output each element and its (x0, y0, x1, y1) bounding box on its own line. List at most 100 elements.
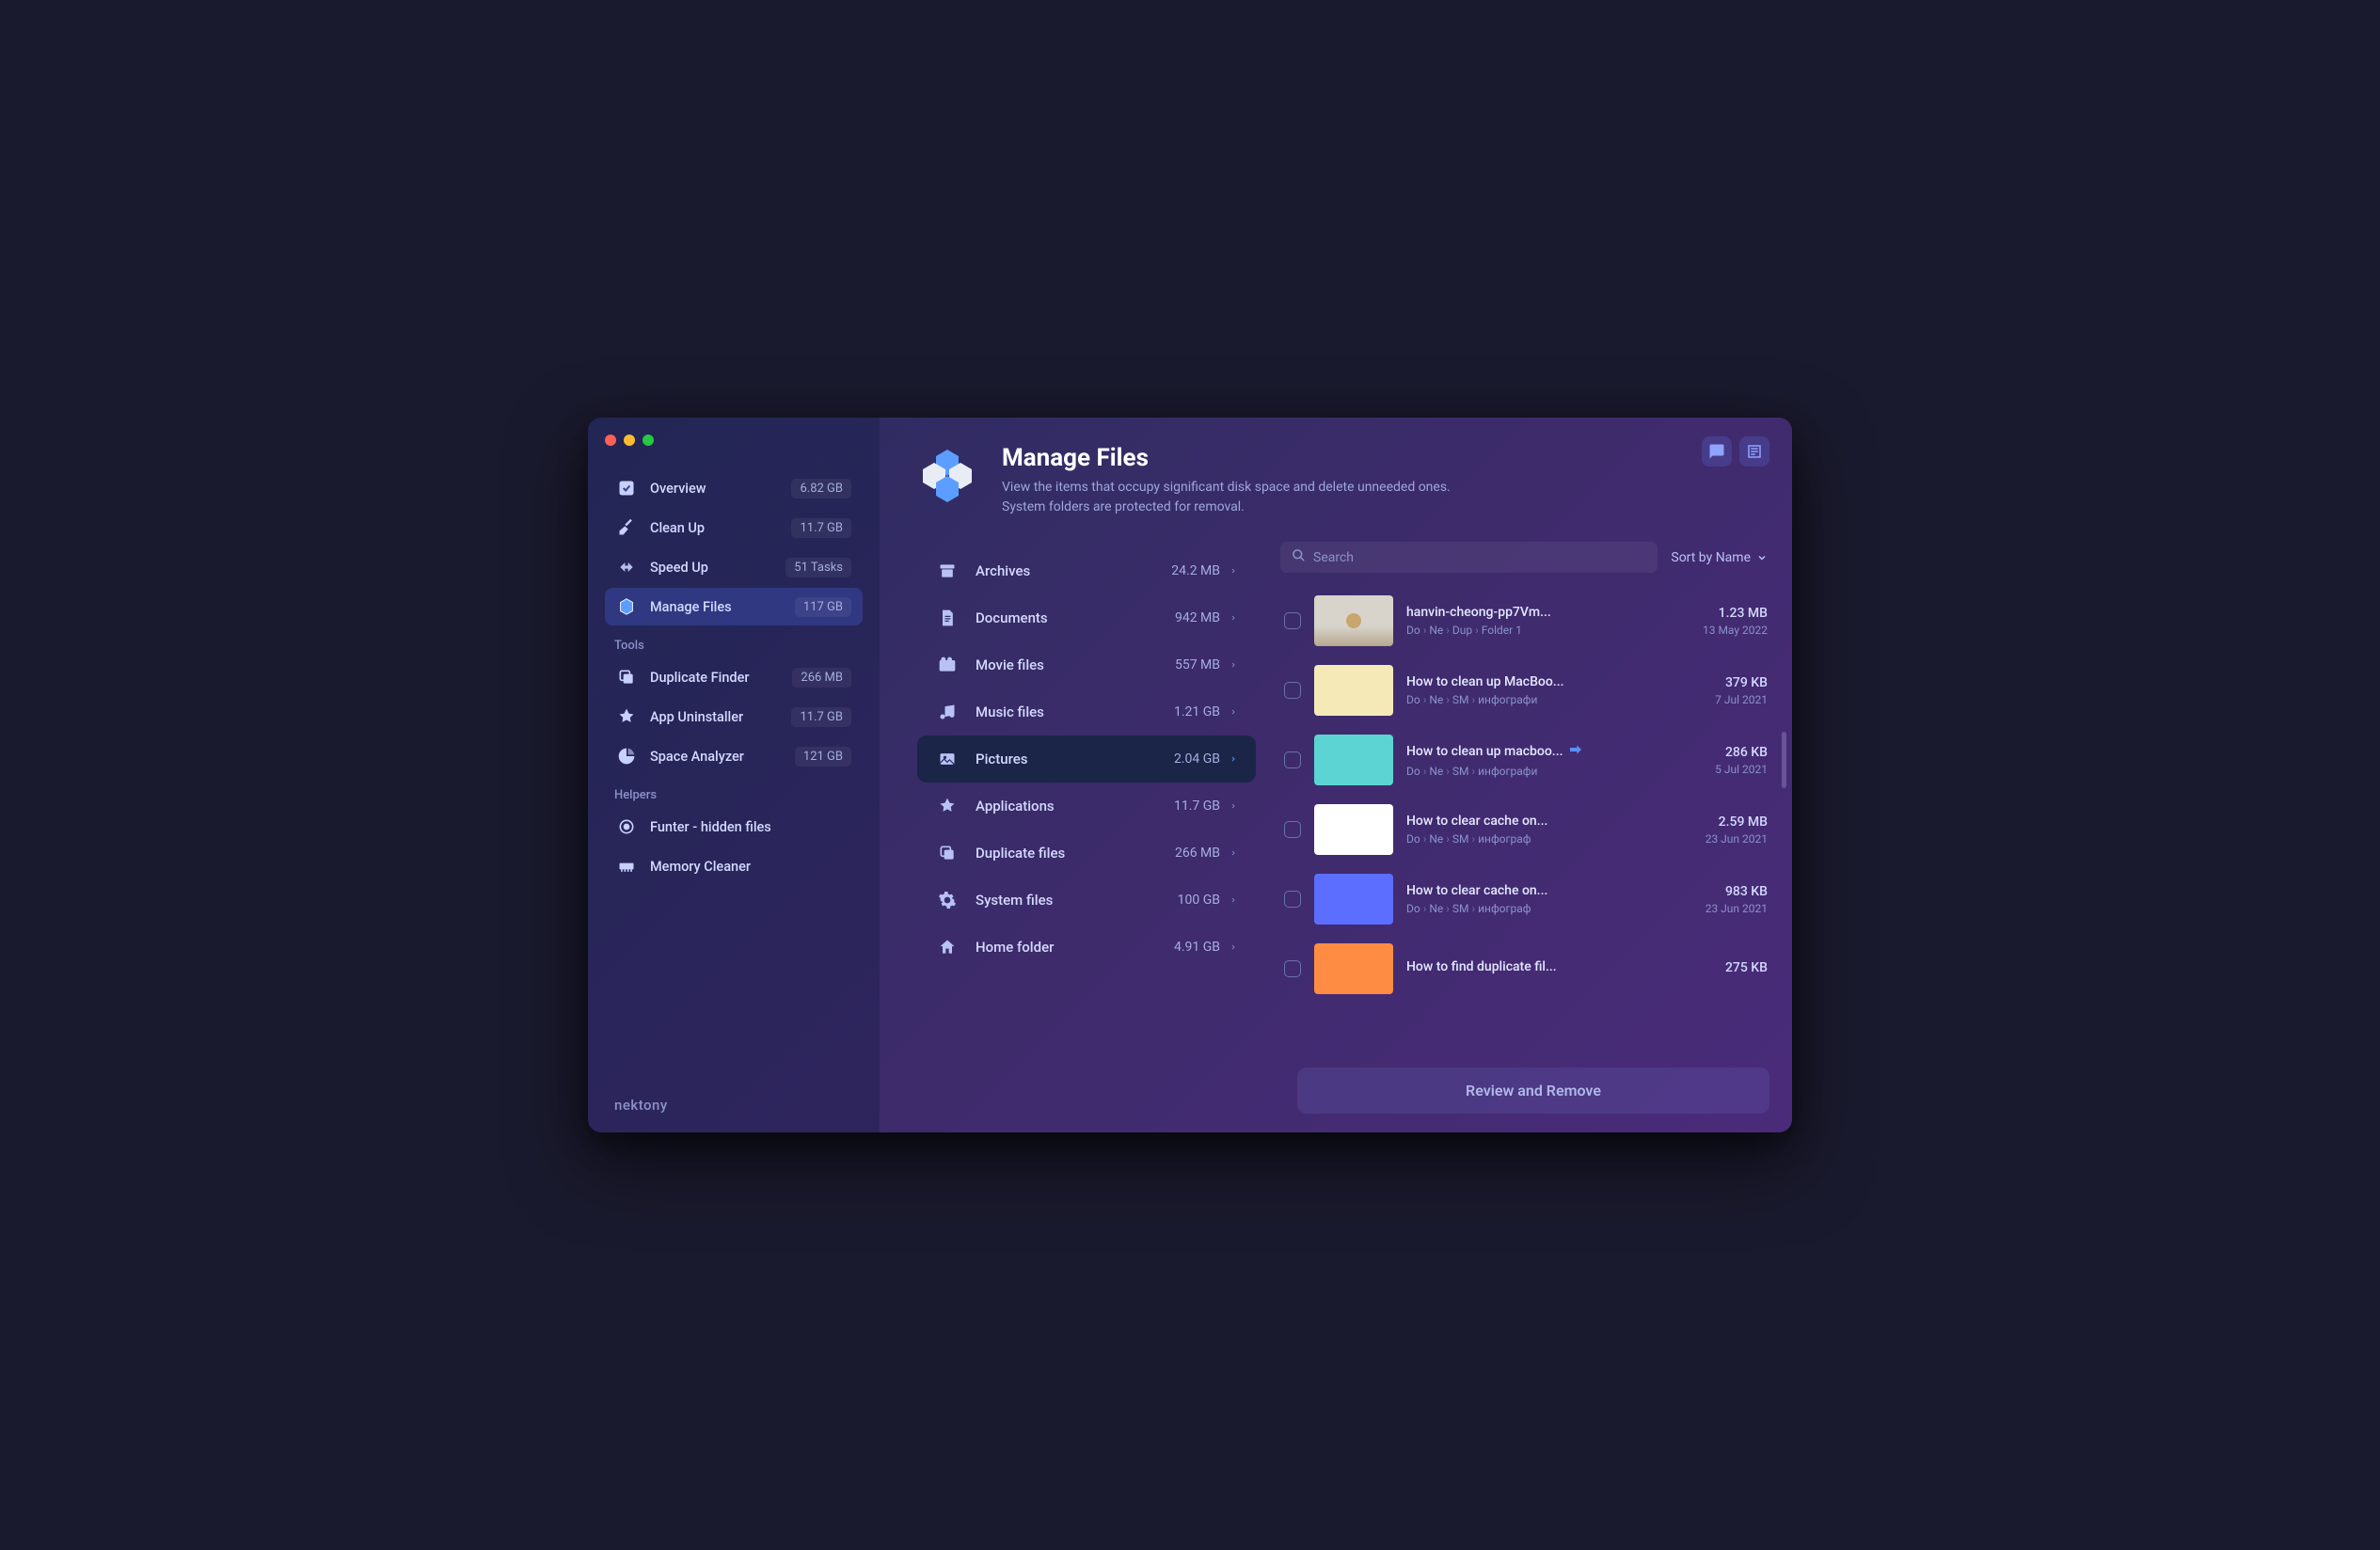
category-label: Archives (976, 562, 1171, 579)
page-header: Manage Files View the items that occupy … (880, 418, 1792, 534)
sidebar-item-cleanup[interactable]: Clean Up11.7 GB (605, 509, 863, 546)
header-hex-icon (913, 444, 981, 512)
app-window: Overview6.82 GBClean Up11.7 GBSpeed Up51… (588, 418, 1792, 1132)
file-meta: 275 KB (1678, 960, 1768, 978)
maximize-window-button[interactable] (643, 435, 654, 446)
file-name: hanvin-cheong-pp7Vm... (1406, 605, 1665, 620)
file-date: 13 May 2022 (1678, 624, 1768, 637)
files-toolbar: Sort by Name (1275, 534, 1792, 580)
file-path: Do›Ne›SM›инфографи (1406, 693, 1665, 706)
file-date: 23 Jun 2021 (1678, 902, 1768, 915)
sidebar-item-value: 6.82 GB (791, 479, 851, 498)
sidebar-item-label: App Uninstaller (650, 709, 791, 725)
category-dupfiles[interactable]: Duplicate files266 MB (917, 830, 1256, 877)
sidebar-item-manage[interactable]: Manage Files117 GB (605, 588, 863, 625)
sidebar-item-space[interactable]: Space Analyzer121 GB (605, 737, 863, 775)
sidebar-item-funter[interactable]: Funter - hidden files (605, 808, 863, 846)
sort-label: Sort by Name (1671, 550, 1751, 565)
search-field-wrap[interactable] (1280, 542, 1658, 573)
file-row[interactable]: How to find duplicate fil... 275 KB (1280, 934, 1771, 1004)
file-thumbnail (1314, 943, 1393, 994)
sidebar-item-overview[interactable]: Overview6.82 GB (605, 469, 863, 507)
tools-section-label: Tools (605, 625, 863, 658)
minimize-window-button[interactable] (624, 435, 635, 446)
sidebar-item-label: Manage Files (650, 599, 795, 615)
sidebar-item-label: Space Analyzer (650, 749, 795, 765)
chevron-right-icon (1230, 704, 1237, 721)
file-thumbnail (1314, 595, 1393, 646)
app-icon (936, 795, 959, 817)
file-date: 23 Jun 2021 (1678, 832, 1768, 846)
file-row[interactable]: How to clear cache on...Do›Ne›SM›инфогра… (1280, 864, 1771, 934)
news-button[interactable] (1739, 436, 1769, 467)
brand-logo: nektony (614, 1097, 668, 1114)
category-size: 4.91 GB (1174, 940, 1220, 955)
category-movies[interactable]: Movie files557 MB (917, 641, 1256, 688)
sidebar-item-value: 11.7 GB (791, 707, 851, 727)
file-checkbox[interactable] (1284, 960, 1301, 977)
file-row[interactable]: How to clean up MacBoo...Do›Ne›SM›инфогр… (1280, 656, 1771, 725)
category-documents[interactable]: Documents942 MB (917, 594, 1256, 641)
file-size: 1.23 MB (1678, 606, 1768, 621)
file-path: Do›Ne›SM›инфограф (1406, 902, 1665, 915)
chevron-right-icon (1230, 892, 1237, 909)
file-list: hanvin-cheong-pp7Vm...Do›Ne›Dup›Folder 1… (1275, 580, 1792, 1054)
file-size: 983 KB (1678, 884, 1768, 899)
helpers-section-label: Helpers (605, 775, 863, 808)
sidebar-item-dup[interactable]: Duplicate Finder266 MB (605, 658, 863, 696)
chevron-right-icon (1230, 845, 1237, 862)
chevron-right-icon (1230, 656, 1237, 674)
category-home[interactable]: Home folder4.91 GB (917, 924, 1256, 971)
music-icon (936, 701, 959, 723)
category-label: Movie files (976, 656, 1175, 673)
ram-icon (616, 856, 637, 877)
file-info: How to find duplicate fil... (1406, 959, 1665, 978)
sidebar-item-label: Duplicate Finder (650, 670, 792, 686)
app-x-icon (616, 706, 637, 727)
category-label: Documents (976, 609, 1175, 626)
file-checkbox[interactable] (1284, 612, 1301, 629)
gear-icon (936, 889, 959, 911)
category-pictures[interactable]: Pictures2.04 GB (917, 735, 1256, 783)
bottom-bar: Review and Remove (1275, 1054, 1792, 1132)
nav-helpers-group: Funter - hidden filesMemory Cleaner (605, 808, 863, 885)
file-checkbox[interactable] (1284, 891, 1301, 908)
file-meta: 286 KB5 Jul 2021 (1678, 745, 1768, 776)
archive-icon (936, 560, 959, 582)
file-checkbox[interactable] (1284, 751, 1301, 768)
sidebar-item-speedup[interactable]: Speed Up51 Tasks (605, 548, 863, 586)
header-actions (1702, 436, 1769, 467)
chevron-right-icon (1230, 609, 1237, 627)
category-music[interactable]: Music files1.21 GB (917, 688, 1256, 735)
sidebar-item-label: Speed Up (650, 560, 785, 576)
category-system[interactable]: System files100 GB (917, 877, 1256, 924)
sidebar-item-value: 266 MB (792, 668, 851, 688)
category-size: 942 MB (1175, 610, 1220, 625)
file-checkbox[interactable] (1284, 682, 1301, 699)
scrollbar-indicator[interactable] (1782, 732, 1786, 788)
category-apps[interactable]: Applications11.7 GB (917, 783, 1256, 830)
file-row[interactable]: How to clean up macboo...Do›Ne›SM›инфогр… (1280, 725, 1771, 795)
category-list: Archives24.2 MBDocuments942 MBMovie file… (917, 534, 1256, 1132)
sidebar-item-value: 51 Tasks (785, 558, 851, 577)
search-input[interactable] (1313, 550, 1646, 565)
sidebar-item-memclean[interactable]: Memory Cleaner (605, 847, 863, 885)
file-row[interactable]: hanvin-cheong-pp7Vm...Do›Ne›Dup›Folder 1… (1280, 586, 1771, 656)
chat-button[interactable] (1702, 436, 1732, 467)
category-label: Applications (976, 798, 1174, 815)
file-checkbox[interactable] (1284, 821, 1301, 838)
file-info: How to clear cache on...Do›Ne›SM›инфогра… (1406, 883, 1665, 915)
file-row[interactable]: How to clear cache on...Do›Ne›SM›инфогра… (1280, 795, 1771, 864)
category-archives[interactable]: Archives24.2 MB (917, 547, 1256, 594)
file-meta: 1.23 MB 13 May 2022 (1678, 606, 1768, 637)
close-window-button[interactable] (605, 435, 616, 446)
sort-button[interactable]: Sort by Name (1669, 546, 1769, 569)
sidebar-item-uninst[interactable]: App Uninstaller11.7 GB (605, 698, 863, 735)
review-remove-button[interactable]: Review and Remove (1297, 1068, 1769, 1114)
file-name: How to clean up macboo... (1406, 742, 1665, 761)
broom-icon (616, 517, 637, 538)
category-size: 11.7 GB (1174, 799, 1220, 814)
target-icon (616, 816, 637, 837)
pie-icon (616, 746, 637, 767)
file-meta: 2.59 MB23 Jun 2021 (1678, 815, 1768, 846)
